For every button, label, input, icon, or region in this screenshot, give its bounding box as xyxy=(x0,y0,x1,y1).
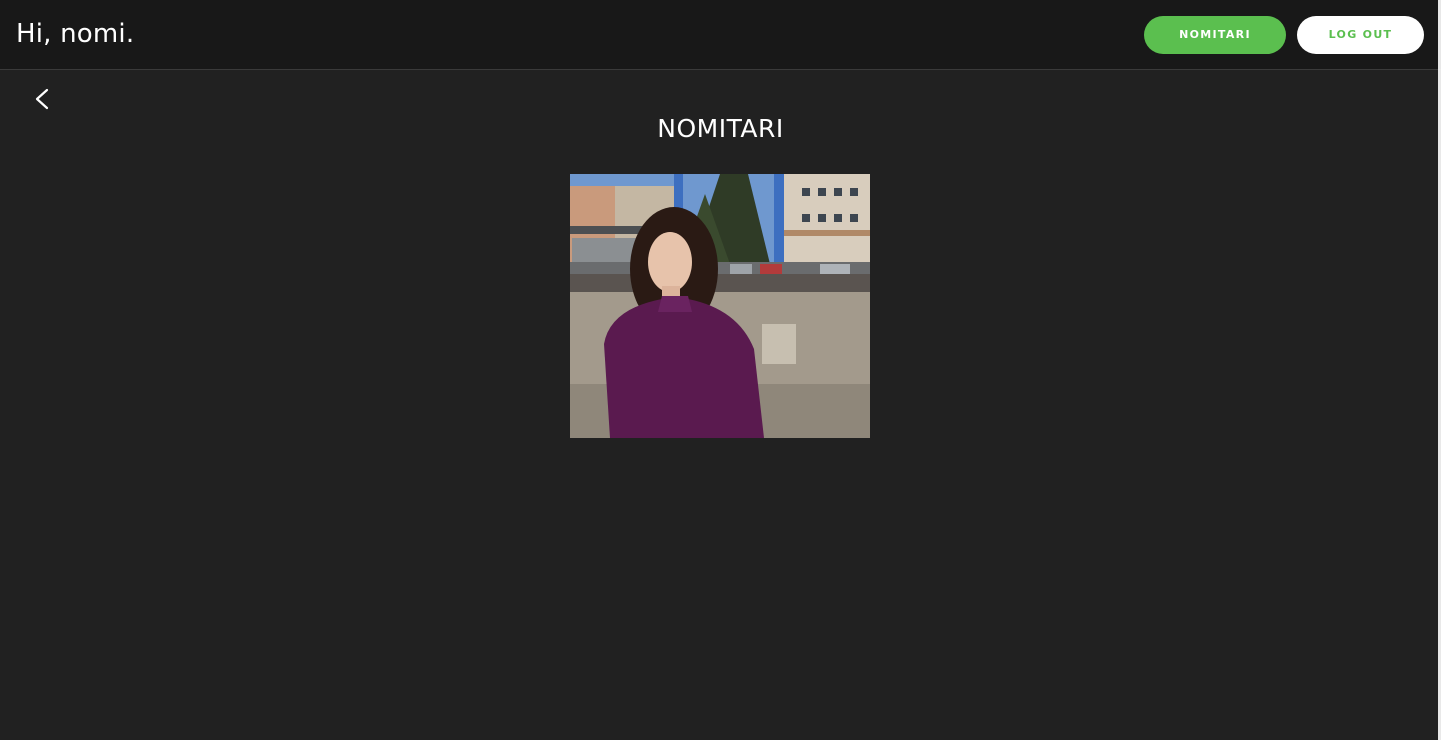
greeting-text: Hi, nomi. xyxy=(16,19,135,49)
logout-button[interactable]: LOG OUT xyxy=(1297,16,1424,54)
page-title: NOMITARI xyxy=(657,114,784,143)
back-button[interactable] xyxy=(30,86,56,114)
top-bar: Hi, nomi. NOMITARI LOG OUT xyxy=(0,0,1441,70)
profile-photo xyxy=(570,174,870,438)
profile-photo-image xyxy=(570,174,870,438)
profile-button[interactable]: NOMITARI xyxy=(1144,16,1286,54)
chevron-left-icon xyxy=(35,88,49,110)
